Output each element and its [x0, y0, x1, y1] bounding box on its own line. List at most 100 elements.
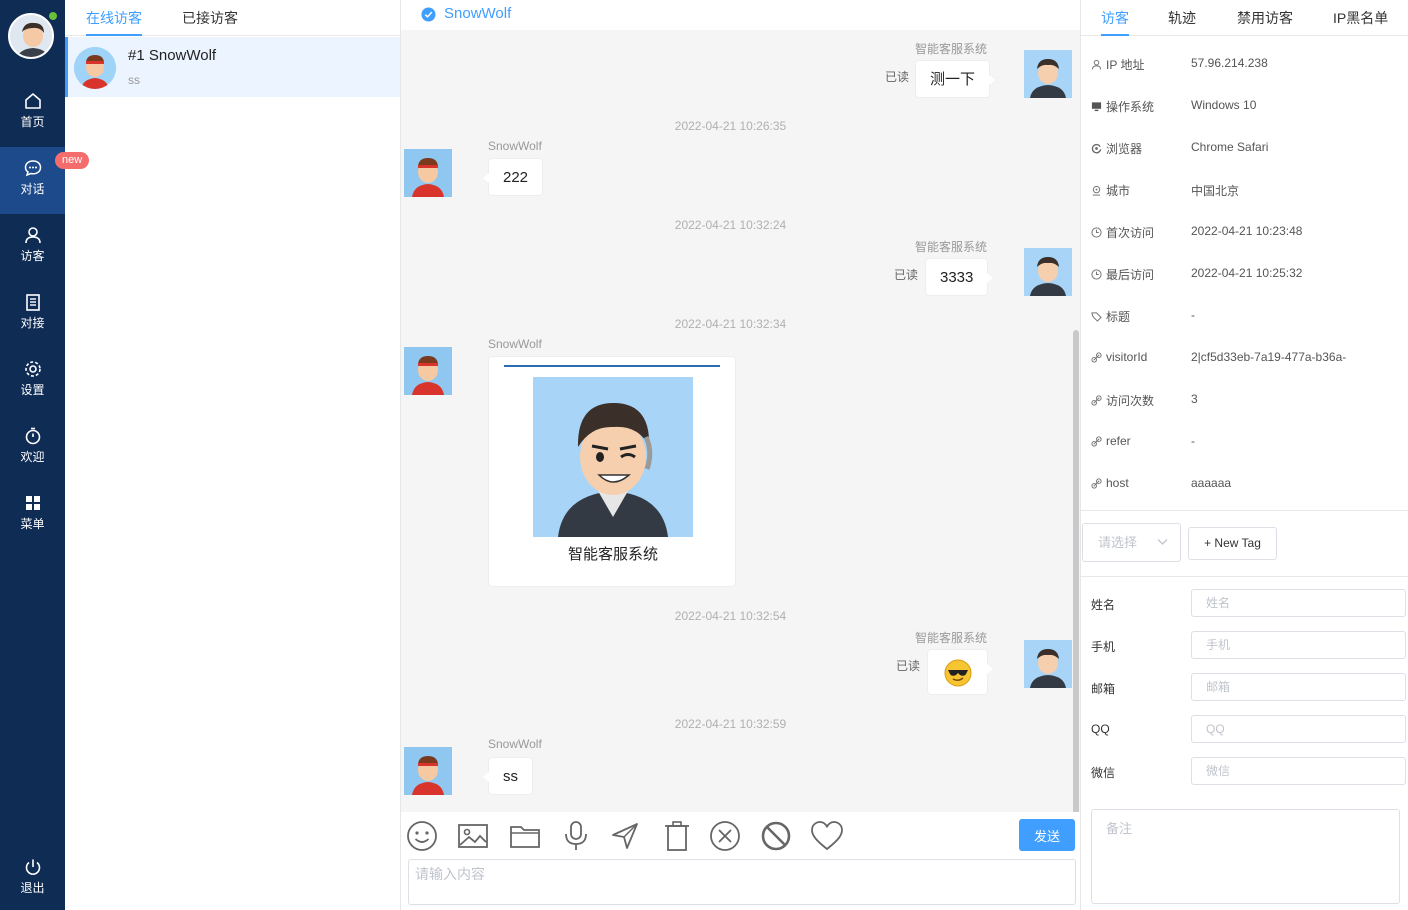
tag-select[interactable]: 请选择 [1082, 523, 1181, 562]
info-row-browser: 浏览器 Chrome Safari [1081, 140, 1408, 160]
visitor-avatar [404, 747, 452, 795]
info-row-host: host aaaaaa [1081, 476, 1408, 496]
info-label: 操作系统 [1106, 100, 1155, 114]
info-row-os: 操作系统 Windows 10 [1081, 98, 1408, 118]
chat-scrollbar[interactable] [1073, 330, 1079, 812]
timestamp: 2022-04-21 10:32:24 [674, 218, 787, 232]
link-icon [1091, 351, 1102, 363]
rich-card-message[interactable]: 智能客服系统 [488, 356, 736, 587]
visitor-avatar [404, 347, 452, 395]
message-bubble: ss [483, 757, 533, 795]
read-status: 已读 [896, 659, 921, 673]
timestamp: 2022-04-21 10:32:34 [674, 317, 787, 331]
message-input[interactable] [408, 859, 1076, 905]
info-value: aaaaaa [1191, 476, 1232, 490]
tag-icon [1091, 312, 1102, 322]
new-tag-button[interactable]: + New Tag [1188, 527, 1277, 560]
sender-name: 智能客服系统 [915, 631, 988, 645]
browser-icon [1091, 143, 1102, 154]
check-circle-icon [421, 7, 436, 22]
emoji-message-bubble [927, 649, 993, 695]
info-value: - [1191, 434, 1195, 448]
book-icon [25, 294, 40, 311]
nav-label-visitors: 访客 [20, 249, 45, 263]
visitor-last-message: ss [128, 73, 140, 87]
heart-icon[interactable] [810, 820, 844, 852]
visitor-name: #1 SnowWolf [128, 47, 217, 64]
info-tabs: 访客 轨迹 禁用访客 IP黑名单 [1081, 0, 1408, 36]
sunglasses-emoji-icon [944, 659, 972, 687]
nav-item-logout[interactable]: 退出 [0, 846, 65, 910]
message-bubble: 3333 [925, 258, 994, 296]
nav-item-visitors[interactable]: 访客 [0, 214, 65, 281]
gear-icon [24, 361, 41, 377]
info-label: 最后访问 [1106, 268, 1155, 282]
visitor-avatar [74, 47, 116, 89]
image-icon[interactable] [457, 820, 489, 852]
info-value: Windows 10 [1191, 98, 1257, 112]
microphone-icon[interactable] [560, 820, 592, 852]
new-badge: new [55, 152, 90, 169]
send-arrow-icon[interactable] [609, 820, 641, 852]
read-status: 已读 [885, 70, 910, 84]
field-label: QQ [1091, 722, 1110, 736]
power-icon [25, 859, 40, 875]
tab-track[interactable]: 轨迹 [1168, 8, 1196, 36]
visitor-list-item[interactable]: #1 SnowWolf ss [65, 37, 400, 97]
nav-label-menu: 菜单 [20, 517, 45, 531]
agent-avatar [1024, 640, 1072, 688]
tab-ip-blacklist[interactable]: IP黑名单 [1333, 8, 1388, 36]
user-icon [24, 227, 41, 244]
visitor-info-panel: 访客 轨迹 禁用访客 IP黑名单 IP 地址 57.96.214.238 操作系… [1080, 0, 1408, 910]
sender-name: SnowWolf [488, 139, 542, 153]
tab-online-visitors[interactable]: 在线访客 [86, 8, 142, 36]
name-field[interactable] [1191, 589, 1406, 617]
tab-banned-visitors[interactable]: 禁用访客 [1237, 8, 1293, 36]
nav-item-home[interactable]: 首页 [0, 80, 65, 147]
timestamp: 2022-04-21 10:32:54 [674, 609, 787, 623]
folder-icon[interactable] [509, 820, 541, 852]
sender-name: SnowWolf [488, 737, 542, 751]
nav-label-welcome: 欢迎 [20, 450, 45, 464]
field-phone: 手机 [1081, 631, 1408, 659]
info-row-ip: IP 地址 57.96.214.238 [1081, 56, 1408, 76]
info-row-last-visit: 最后访问 2022-04-21 10:25:32 [1081, 266, 1408, 286]
phone-field[interactable] [1191, 631, 1406, 659]
agent-avatar[interactable] [8, 13, 54, 59]
block-icon[interactable] [760, 820, 792, 852]
nav-label-logout: 退出 [20, 881, 45, 895]
message-list[interactable]: 智能客服系统 已读 测一下 2022-04-21 10:26:35 SnowWo… [401, 30, 1080, 812]
info-label: 标题 [1106, 310, 1131, 324]
email-field[interactable] [1191, 673, 1406, 701]
qq-field[interactable] [1191, 715, 1406, 743]
message-bubble: 222 [482, 158, 544, 196]
send-button[interactable]: 发送 [1019, 819, 1075, 851]
nav-item-welcome[interactable]: 欢迎 [0, 415, 65, 482]
visitor-tabs: 在线访客 已接访客 [65, 0, 400, 36]
stopwatch-icon [25, 427, 40, 445]
wechat-field[interactable] [1191, 757, 1406, 785]
info-label: 首次访问 [1106, 226, 1155, 240]
nav-label-settings: 设置 [20, 383, 45, 397]
remark-input[interactable] [1091, 809, 1400, 904]
nav-item-integration[interactable]: 对接 [0, 281, 65, 348]
tab-received-visitors[interactable]: 已接访客 [182, 8, 238, 36]
clock-icon [1091, 227, 1102, 238]
nav-item-menu[interactable]: 菜单 [0, 482, 65, 549]
visitor-avatar [404, 149, 452, 197]
agent-avatar [1024, 50, 1072, 98]
trash-icon[interactable] [661, 820, 693, 852]
card-divider [504, 365, 720, 367]
field-label: 姓名 [1091, 598, 1116, 612]
nav-item-settings[interactable]: 设置 [0, 348, 65, 415]
info-label: visitorId [1106, 350, 1148, 364]
info-row-refer: refer - [1081, 434, 1408, 454]
info-value: 3 [1191, 392, 1198, 406]
clock-icon [1091, 269, 1102, 280]
info-label: 浏览器 [1106, 142, 1143, 156]
card-caption: 智能客服系统 [567, 546, 658, 563]
timestamp: 2022-04-21 10:26:35 [674, 119, 787, 133]
smiley-icon[interactable] [406, 820, 438, 852]
tab-visitor[interactable]: 访客 [1101, 8, 1129, 36]
close-circle-icon[interactable] [709, 820, 741, 852]
